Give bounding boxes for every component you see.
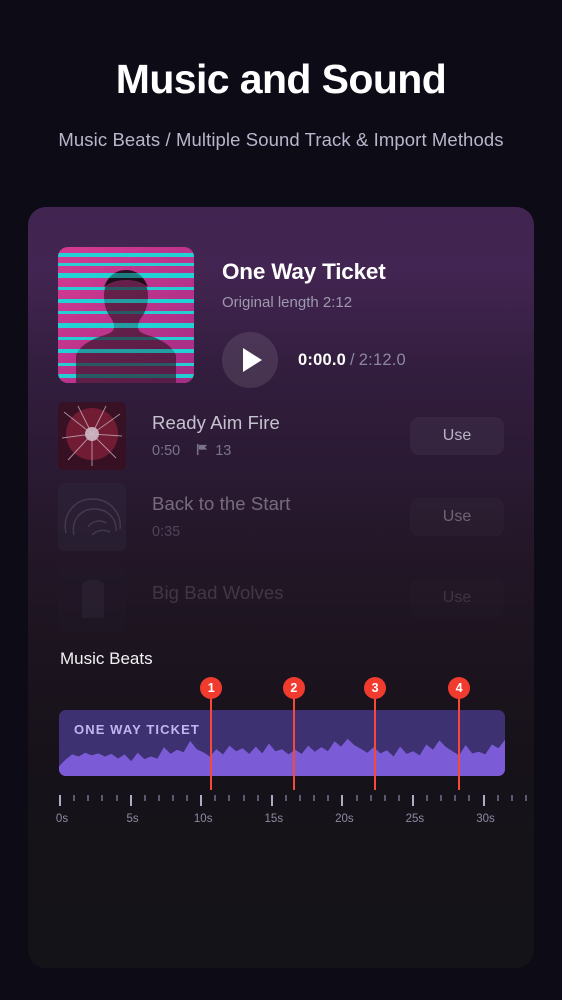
beat-marker-pin[interactable]: 1	[200, 677, 223, 699]
clip-label: ONE WAY TICKET	[74, 722, 200, 737]
ruler-tick-minor	[299, 795, 301, 801]
ruler-tick-minor	[214, 795, 217, 801]
transport-controls: 0:00.0/2:12.0	[222, 332, 406, 388]
use-button[interactable]: Use	[410, 579, 504, 617]
ruler-label: 15s	[264, 813, 284, 825]
beat-marker-line	[210, 696, 213, 790]
track-row[interactable]: Big Bad Wolves Use	[58, 557, 504, 638]
track-thumbnail	[58, 401, 126, 470]
ruler-tick-minor	[355, 795, 358, 801]
ruler-tick-minor	[143, 795, 146, 801]
ruler-tick-minor	[115, 795, 118, 801]
track-name: Big Bad Wolves	[152, 582, 284, 603]
ruler-label: 0s	[55, 813, 69, 825]
flag-icon-glyph	[197, 443, 208, 455]
track-list: Ready Aim Fire 0:50 13 Use Back to the S…	[58, 395, 504, 638]
ruler-label: 30s	[476, 813, 495, 825]
thumbnail-image	[58, 482, 126, 551]
ruler-tick-minor	[426, 795, 429, 801]
ruler-label: 10s	[193, 813, 213, 825]
now-playing-title: One Way Ticket	[222, 259, 386, 284]
track-beat-count: 13	[215, 443, 232, 459]
waveform-clip[interactable]: ONE WAY TICKET	[59, 710, 505, 776]
ruler-tick-minor	[101, 795, 104, 801]
ruler-tick-minor	[454, 795, 457, 801]
beat-marker-line	[292, 696, 295, 790]
beat-marker-pin[interactable]: 4	[448, 677, 471, 699]
beat-marker-pin[interactable]: 2	[282, 677, 305, 699]
track-thumbnail	[58, 482, 126, 551]
ruler-tick-minor	[284, 795, 287, 801]
ruler-tick-major	[341, 795, 344, 806]
ruler-tick-minor	[496, 795, 499, 801]
use-button[interactable]: Use	[410, 416, 504, 455]
waveform-graph	[59, 738, 505, 776]
music-beats-label: Music Beats	[60, 649, 153, 668]
ruler-tick-minor	[383, 795, 386, 801]
now-playing-length: Original length 2:12	[222, 294, 353, 311]
ruler-tick-minor	[397, 795, 400, 801]
ruler-label: 5s	[126, 813, 139, 825]
ruler-tick-minor	[242, 795, 245, 801]
total-time: 2:12.0	[358, 350, 406, 369]
ruler-tick-major	[59, 795, 61, 806]
ruler-tick-major	[411, 795, 414, 806]
track-meta: Back to the Start 0:35	[152, 493, 410, 540]
ruler-tick-minor	[256, 795, 259, 801]
track-thumbnail	[58, 563, 126, 632]
ruler-tick-minor	[440, 795, 443, 801]
track-duration: 0:35	[152, 524, 181, 540]
ruler-tick-minor	[73, 795, 76, 801]
thumbnail-image	[58, 563, 126, 632]
app-screen: Music and Sound Music Beats / Multiple S…	[0, 0, 562, 1000]
flag-icon	[196, 443, 209, 460]
ruler-tick-minor	[369, 795, 372, 801]
page-subtitle: Music Beats / Multiple Sound Track & Imp…	[58, 129, 504, 151]
track-subinfo: 0:35	[152, 524, 410, 540]
ruler-tick-major	[482, 795, 485, 806]
track-duration: 0:50	[152, 443, 181, 459]
play-button[interactable]	[222, 332, 278, 388]
track-meta: Ready Aim Fire 0:50 13	[152, 412, 410, 460]
waveform-timeline[interactable]: ONE WAY TICKET 1 2 3 4	[59, 677, 505, 790]
track-meta: Big Bad Wolves	[152, 582, 410, 613]
ruler-tick-minor	[313, 795, 316, 801]
ruler-tick-minor	[468, 795, 471, 801]
track-name: Ready Aim Fire	[152, 411, 280, 433]
ruler-tick-minor	[524, 795, 527, 801]
beat-marker-line	[457, 696, 461, 790]
track-subinfo: 0:50 13	[152, 443, 410, 460]
ruler-tick-minor	[186, 795, 189, 801]
thumbnail-image	[58, 401, 126, 470]
track-row[interactable]: Back to the Start 0:35 Use	[58, 476, 504, 557]
page-title: Music and Sound	[115, 56, 447, 102]
track-row[interactable]: Ready Aim Fire 0:50 13 Use	[58, 395, 504, 476]
current-time: 0:00.0	[298, 350, 346, 369]
artwork-image	[58, 247, 194, 383]
now-playing-row: One Way Ticket Original length 2:12 0:00…	[58, 247, 406, 388]
ruler-tick-minor	[157, 795, 160, 801]
ruler-tick-minor	[171, 795, 174, 801]
play-icon	[243, 348, 262, 372]
ruler-tick-minor	[327, 795, 330, 801]
ruler-tick-minor	[87, 795, 90, 801]
ruler-tick-minor	[228, 795, 231, 801]
ruler-tick-major	[200, 795, 203, 806]
time-ruler[interactable]: 0s 5s 10s 15s 20s 25s 30s	[55, 795, 534, 833]
album-artwork	[58, 247, 194, 383]
time-display: 0:00.0/2:12.0	[298, 351, 406, 370]
ruler-label: 20s	[335, 813, 354, 825]
hero-header: Music and Sound Music Beats / Multiple S…	[0, 0, 562, 151]
beat-marker-line	[373, 696, 377, 790]
use-button[interactable]: Use	[410, 498, 504, 536]
beat-marker-pin[interactable]: 3	[364, 677, 387, 699]
ruler-tick-minor	[510, 795, 513, 801]
ruler-tick-major	[129, 795, 132, 806]
time-separator: /	[350, 350, 355, 369]
track-name: Back to the Start	[152, 493, 291, 514]
ruler-label: 25s	[405, 813, 425, 825]
ruler-tick-major	[270, 795, 273, 806]
music-card: One Way Ticket Original length 2:12 0:00…	[28, 207, 534, 968]
now-playing-info: One Way Ticket Original length 2:12 0:00…	[222, 247, 406, 388]
